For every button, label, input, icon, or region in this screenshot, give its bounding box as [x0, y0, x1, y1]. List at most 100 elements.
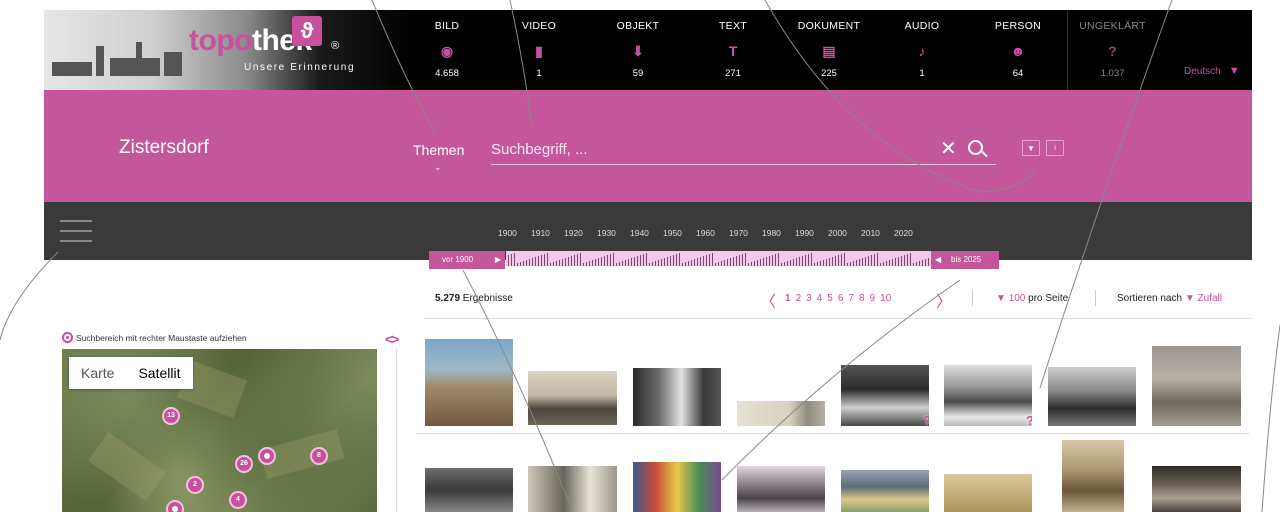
timeline-density-bar — [601, 257, 602, 266]
page-link[interactable]: 5 — [827, 293, 833, 304]
result-thumbnail[interactable] — [1152, 466, 1241, 512]
chevron-right-icon[interactable]: 〉 — [936, 288, 952, 312]
map-type-karte[interactable]: Karte — [69, 357, 126, 389]
media-filter-person[interactable]: PERSON ☻ 64 — [973, 10, 1063, 90]
map-marker-icon[interactable] — [258, 447, 276, 465]
result-thumbnail[interactable]: ? — [841, 365, 929, 426]
page-link[interactable]: 3 — [806, 293, 812, 304]
site-name[interactable]: Zistersdorf — [119, 137, 209, 159]
media-filter-bild[interactable]: BILD ◉ 4.658 — [402, 10, 492, 90]
media-filter-label: DOKUMENT — [797, 20, 861, 32]
media-filter-label: UNGEKLÄRT — [1079, 20, 1146, 32]
timeline-year-label: 2020 — [894, 228, 913, 238]
collapse-toggle-icon[interactable]: <> — [385, 331, 399, 347]
timeline-density-bar — [856, 260, 857, 266]
timeline-to-handle[interactable]: ◀ bis 2025 — [931, 251, 999, 269]
page-link[interactable]: 10 — [880, 293, 891, 304]
menu-icon[interactable] — [60, 220, 92, 242]
timeline-density-bar — [796, 258, 797, 266]
result-thumbnail[interactable] — [425, 339, 513, 426]
per-page-select[interactable]: ▼ 100 pro Seite — [996, 293, 1068, 304]
timeline-from-label: vor 1900 — [442, 255, 474, 264]
timeline-density-bar — [760, 259, 761, 266]
music-icon: ♪ — [918, 43, 926, 59]
timeline-density-bar — [526, 260, 527, 266]
timeline-density-bar — [592, 260, 593, 266]
timeline-from-handle[interactable]: vor 1900 ▶ — [429, 251, 505, 269]
timeline-density-bar — [580, 253, 581, 266]
timeline-density-bar — [604, 256, 605, 266]
chevron-left-icon[interactable]: 〈 — [760, 288, 776, 312]
media-filter-text[interactable]: TEXT T 271 — [688, 10, 778, 90]
timeline-density-bar — [739, 255, 740, 266]
page-link[interactable]: 8 — [859, 293, 865, 304]
search-input[interactable] — [491, 134, 931, 164]
timeline-density-bar — [685, 262, 686, 266]
sort-select[interactable]: Sortieren nach ▼ Zufall — [1117, 293, 1222, 304]
logo-sketch-tower — [96, 46, 104, 76]
timeline-density-bar — [646, 253, 647, 266]
page-link[interactable]: 9 — [870, 293, 876, 304]
page-link[interactable]: 1 — [785, 293, 791, 304]
map-cluster-pin[interactable]: 13 — [162, 407, 180, 425]
timeline-density-bar — [841, 254, 842, 266]
result-thumbnail[interactable] — [528, 466, 617, 512]
logo[interactable]: topothek ϑ ® Unsere Erinnerung — [44, 10, 412, 90]
result-thumbnail[interactable] — [1048, 367, 1136, 426]
media-filter-count: 1.037 — [1100, 68, 1125, 79]
timeline-density-bar — [850, 262, 851, 266]
map-cluster-pin[interactable]: 8 — [310, 447, 328, 465]
logo-sketch-building — [110, 58, 160, 76]
page-link[interactable]: 2 — [796, 293, 802, 304]
timeline-density-bar — [847, 263, 848, 266]
timeline-density-bar — [625, 260, 626, 266]
result-thumbnail[interactable] — [528, 371, 617, 425]
result-thumbnail[interactable]: ? — [944, 365, 1032, 426]
timeline-density-bar — [514, 253, 515, 266]
timeline-density-bar — [736, 256, 737, 266]
timeline-density-bar — [874, 254, 875, 266]
result-thumbnail[interactable] — [737, 466, 825, 512]
media-filter-audio[interactable]: AUDIO ♪ 1 — [877, 10, 967, 90]
target-icon — [62, 332, 73, 343]
media-filter-video[interactable]: VIDEO ▮ 1 — [494, 10, 584, 90]
map-type-satellit[interactable]: Satellit — [126, 357, 192, 389]
map-marker-icon[interactable] — [166, 500, 184, 512]
result-thumbnail[interactable] — [841, 470, 929, 512]
themen-dropdown[interactable]: Themen — [413, 142, 464, 158]
language-select[interactable]: Deutsch ▼ — [1184, 65, 1240, 77]
media-filter-count: 225 — [821, 68, 837, 79]
timeline-year-label: 1940 — [630, 228, 649, 238]
clear-icon[interactable]: ✕ — [940, 136, 957, 161]
timeline-track[interactable] — [506, 251, 936, 266]
media-filter-ungeklaert[interactable]: UNGEKLÄRT ? 1.037 — [1067, 10, 1157, 90]
result-thumbnail[interactable] — [633, 368, 721, 426]
text-icon: T — [728, 43, 738, 59]
map-cluster-pin[interactable]: 2 — [186, 476, 204, 494]
map[interactable]: Karte Satellit 13 26 8 2 4 — [62, 349, 377, 512]
media-filter-objekt[interactable]: OBJEKT ⬇ 59 — [593, 10, 683, 90]
media-filter-dokument[interactable]: DOKUMENT ▤ 225 — [784, 10, 874, 90]
object-icon: ⬇ — [632, 43, 644, 59]
result-thumbnail[interactable] — [737, 401, 825, 426]
result-thumbnail[interactable] — [425, 468, 513, 512]
timeline-density-bar — [712, 253, 713, 266]
page-link[interactable]: 4 — [817, 293, 823, 304]
result-thumbnail[interactable] — [944, 474, 1032, 512]
play-left-icon: ◀ — [935, 255, 942, 264]
result-thumbnail[interactable] — [1062, 440, 1124, 512]
page-link[interactable]: 6 — [838, 293, 844, 304]
result-thumbnail[interactable] — [633, 462, 721, 512]
annotation-line — [0, 251, 59, 341]
timeline-density-bar — [529, 259, 530, 266]
page-link[interactable]: 7 — [848, 293, 854, 304]
map-cluster-pin[interactable]: 26 — [235, 455, 253, 473]
timeline-density-bar — [637, 256, 638, 266]
map-cluster-pin[interactable]: 4 — [229, 491, 247, 509]
info-button[interactable]: i — [1046, 140, 1064, 156]
result-thumbnail[interactable] — [1152, 346, 1241, 426]
search-options-button[interactable]: ▼ — [1022, 140, 1040, 156]
timeline-density-bar — [754, 261, 755, 266]
timeline-density-bar — [799, 257, 800, 266]
search-icon[interactable] — [968, 140, 983, 155]
